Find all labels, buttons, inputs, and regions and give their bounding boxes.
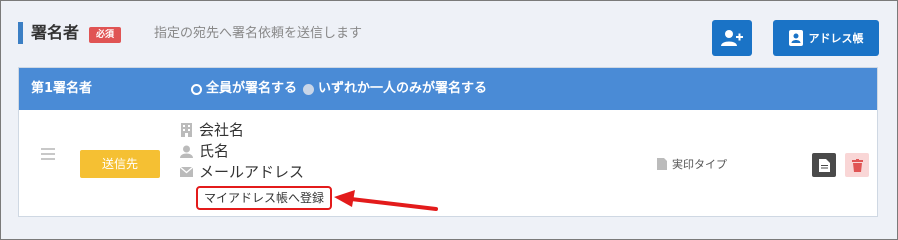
radio-all-sign-label: 全員が署名する bbox=[206, 81, 298, 96]
name-field[interactable]: 氏名 bbox=[179, 141, 229, 161]
company-field[interactable]: 会社名 bbox=[179, 120, 244, 140]
radio-unselected-icon bbox=[303, 83, 315, 95]
email-field[interactable]: メールアドレス bbox=[179, 162, 304, 182]
drag-handle-icon[interactable] bbox=[41, 148, 55, 163]
required-badge: 必須 bbox=[89, 27, 122, 43]
document-button[interactable] bbox=[812, 153, 836, 177]
person-icon bbox=[179, 144, 193, 158]
signer-number-label: 第1署名者 bbox=[31, 81, 93, 96]
signer-panel: 第1署名者 全員が署名する いずれか一人のみが署名する 送信先 会社名 氏名 メ… bbox=[18, 67, 878, 217]
document-icon bbox=[657, 158, 667, 170]
register-to-address-book-link[interactable]: マイアドレス帳へ登録 bbox=[196, 186, 333, 210]
add-user-icon bbox=[721, 30, 743, 46]
delete-button[interactable] bbox=[845, 153, 869, 177]
annotation-arrow-icon bbox=[334, 190, 438, 211]
section-description: 指定の宛先へ署名依頼を送信します bbox=[154, 26, 363, 41]
name-field-label: 氏名 bbox=[199, 142, 230, 160]
radio-selected-icon bbox=[191, 83, 202, 95]
address-book-button[interactable]: アドレス帳 bbox=[773, 20, 879, 56]
address-book-icon bbox=[788, 30, 803, 46]
add-signer-button[interactable] bbox=[712, 20, 752, 56]
seal-type[interactable]: 実印タイプ bbox=[657, 156, 727, 172]
company-field-label: 会社名 bbox=[199, 121, 245, 139]
email-field-label: メールアドレス bbox=[199, 163, 305, 181]
envelope-icon bbox=[179, 165, 193, 179]
address-book-label: アドレス帳 bbox=[808, 32, 864, 45]
signer-header: 第1署名者 全員が署名する いずれか一人のみが署名する bbox=[19, 68, 877, 110]
radio-any-one-sign-label: いずれか一人のみが署名する bbox=[318, 81, 488, 96]
trash-icon bbox=[851, 158, 863, 172]
sign-mode-radio-group: 全員が署名する いずれか一人のみが署名する bbox=[191, 81, 493, 97]
section-accent-bar bbox=[18, 22, 23, 44]
seal-type-label: 実印タイプ bbox=[672, 158, 727, 171]
building-icon bbox=[179, 123, 193, 137]
radio-all-sign[interactable]: 全員が署名する bbox=[191, 81, 297, 97]
radio-any-one-sign[interactable]: いずれか一人のみが署名する bbox=[303, 81, 487, 97]
send-to-button[interactable]: 送信先 bbox=[80, 150, 160, 178]
document-icon bbox=[818, 158, 830, 172]
signer-section: 署名者 必須 指定の宛先へ署名依頼を送信します アドレス帳 第1署名者 全員が署… bbox=[0, 0, 898, 240]
section-title: 署名者 bbox=[31, 23, 80, 42]
